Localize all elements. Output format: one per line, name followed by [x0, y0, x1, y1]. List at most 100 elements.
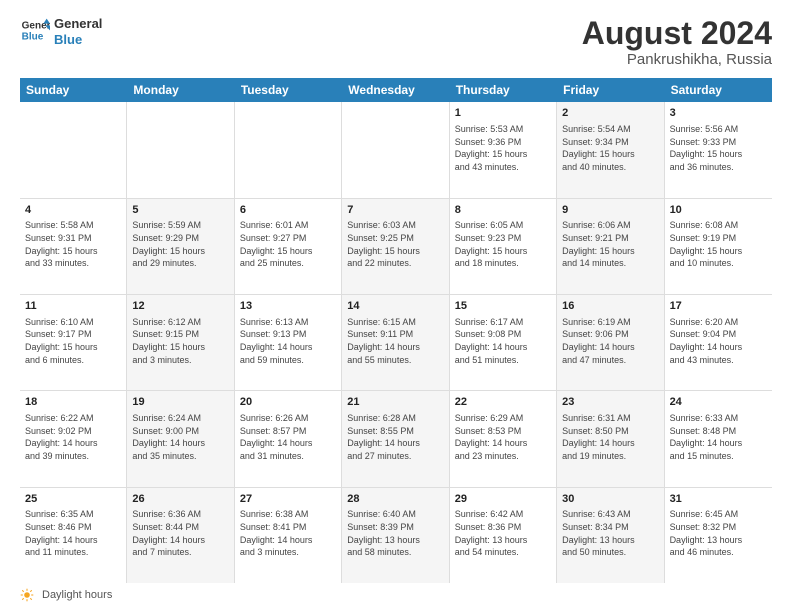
calendar-cell: 14Sunrise: 6:15 AM Sunset: 9:11 PM Dayli…	[342, 295, 449, 390]
calendar-row: 4Sunrise: 5:58 AM Sunset: 9:31 PM Daylig…	[20, 199, 772, 295]
weekday-header: Friday	[557, 78, 664, 102]
calendar-cell: 19 Sunrise: 6:24 AM Sunset: 9:00 PM Dayli…	[127, 391, 234, 486]
cell-info: Sunrise: 5:59 AM Sunset: 9:29 PM Dayligh…	[132, 219, 228, 269]
cell-info: Sunrise: 6:01 AM Sunset: 9:27 PM Dayligh…	[240, 219, 336, 269]
day-number: 15	[455, 299, 551, 314]
cell-info: Sunrise: 6:08 AM Sunset: 9:19 PM Dayligh…	[670, 219, 767, 269]
cell-info: Sunrise: 6:05 AM Sunset: 9:23 PM Dayligh…	[455, 219, 551, 269]
calendar-cell: 17 Sunrise: 6:20 AM Sunset: 9:04 PM Dayli…	[665, 295, 772, 390]
day-number: 1	[455, 106, 551, 121]
day-number: 3	[670, 106, 767, 121]
day-number: 26	[132, 492, 228, 507]
calendar-cell: 8Sunrise: 6:05 AM Sunset: 9:23 PM Daylig…	[450, 199, 557, 294]
header: General Blue General Blue August 2024 Pa…	[20, 16, 772, 68]
day-number: 7	[347, 203, 443, 218]
logo-icon: General Blue	[20, 17, 50, 47]
day-number: 28	[347, 492, 443, 507]
calendar-cell: 26Sunrise: 6:36 AM Sunset: 8:44 PM Dayli…	[127, 488, 234, 583]
cell-info: Sunrise: 5:53 AM Sunset: 9:36 PM Dayligh…	[455, 123, 551, 173]
cell-info: Sunrise: 6:12 AM Sunset: 9:15 PM Dayligh…	[132, 316, 228, 366]
sun-icon	[20, 588, 34, 602]
month-year: August 2024	[582, 16, 772, 51]
location: Pankrushikha, Russia	[582, 51, 772, 68]
day-number: 20	[240, 395, 336, 410]
day-number: 5	[132, 203, 228, 218]
cell-info: Sunrise: 6:35 AM Sunset: 8:46 PM Dayligh…	[25, 508, 121, 558]
calendar-cell: 29Sunrise: 6:42 AM Sunset: 8:36 PM Dayli…	[450, 488, 557, 583]
calendar-cell: 25Sunrise: 6:35 AM Sunset: 8:46 PM Dayli…	[20, 488, 127, 583]
cell-info: Sunrise: 6:26 AM Sunset: 8:57 PM Dayligh…	[240, 412, 336, 462]
cell-info: Sunrise: 6:31 AM Sunset: 8:50 PM Dayligh…	[562, 412, 658, 462]
weekday-header: Wednesday	[342, 78, 449, 102]
cell-info: Sunrise: 6:45 AM Sunset: 8:32 PM Dayligh…	[670, 508, 767, 558]
cell-info: Sunrise: 6:06 AM Sunset: 9:21 PM Dayligh…	[562, 219, 658, 269]
day-number: 22	[455, 395, 551, 410]
cell-info: Sunrise: 6:19 AM Sunset: 9:06 PM Dayligh…	[562, 316, 658, 366]
calendar-cell: 23Sunrise: 6:31 AM Sunset: 8:50 PM Dayli…	[557, 391, 664, 486]
cell-info: Sunrise: 6:29 AM Sunset: 8:53 PM Dayligh…	[455, 412, 551, 462]
day-number: 4	[25, 203, 121, 218]
calendar-cell: 2Sunrise: 5:54 AM Sunset: 9:34 PM Daylig…	[557, 102, 664, 197]
cell-info: Sunrise: 6:33 AM Sunset: 8:48 PM Dayligh…	[670, 412, 767, 462]
day-number: 19	[132, 395, 228, 410]
day-number: 18	[25, 395, 121, 410]
cell-info: Sunrise: 5:58 AM Sunset: 9:31 PM Dayligh…	[25, 219, 121, 269]
weekday-header: Tuesday	[235, 78, 342, 102]
cell-info: Sunrise: 6:03 AM Sunset: 9:25 PM Dayligh…	[347, 219, 443, 269]
footer: Daylight hours	[20, 583, 772, 602]
day-number: 17	[670, 299, 767, 314]
cell-info: Sunrise: 6:15 AM Sunset: 9:11 PM Dayligh…	[347, 316, 443, 366]
weekday-header: Saturday	[665, 78, 772, 102]
calendar-cell: 27Sunrise: 6:38 AM Sunset: 8:41 PM Dayli…	[235, 488, 342, 583]
weekday-header: Sunday	[20, 78, 127, 102]
calendar-cell: 21Sunrise: 6:28 AM Sunset: 8:55 PM Dayli…	[342, 391, 449, 486]
calendar-cell: 12Sunrise: 6:12 AM Sunset: 9:15 PM Dayli…	[127, 295, 234, 390]
day-number: 11	[25, 299, 121, 314]
calendar-row: 18Sunrise: 6:22 AM Sunset: 9:02 PM Dayli…	[20, 391, 772, 487]
cell-info: Sunrise: 6:24 AM Sunset: 9:00 PM Dayligh…	[132, 412, 228, 462]
calendar-cell: 1 Sunrise: 5:53 AM Sunset: 9:36 PM Daylig…	[450, 102, 557, 197]
cell-info: Sunrise: 6:10 AM Sunset: 9:17 PM Dayligh…	[25, 316, 121, 366]
day-number: 6	[240, 203, 336, 218]
logo-blue: Blue	[54, 32, 102, 48]
calendar-cell: 20 Sunrise: 6:26 AM Sunset: 8:57 PM Dayli…	[235, 391, 342, 486]
day-number: 8	[455, 203, 551, 218]
calendar-cell	[20, 102, 127, 197]
day-number: 2	[562, 106, 658, 121]
logo-general: General	[54, 16, 102, 32]
cell-info: Sunrise: 6:42 AM Sunset: 8:36 PM Dayligh…	[455, 508, 551, 558]
page: General Blue General Blue August 2024 Pa…	[0, 0, 792, 612]
title-block: August 2024 Pankrushikha, Russia	[582, 16, 772, 68]
day-number: 24	[670, 395, 767, 410]
calendar-cell: 9Sunrise: 6:06 AM Sunset: 9:21 PM Daylig…	[557, 199, 664, 294]
calendar-cell: 11 Sunrise: 6:10 AM Sunset: 9:17 PM Dayli…	[20, 295, 127, 390]
cell-info: Sunrise: 6:28 AM Sunset: 8:55 PM Dayligh…	[347, 412, 443, 462]
calendar-cell: 6Sunrise: 6:01 AM Sunset: 9:27 PM Daylig…	[235, 199, 342, 294]
cell-info: Sunrise: 6:20 AM Sunset: 9:04 PM Dayligh…	[670, 316, 767, 366]
day-number: 16	[562, 299, 658, 314]
day-number: 29	[455, 492, 551, 507]
calendar-header: SundayMondayTuesdayWednesdayThursdayFrid…	[20, 78, 772, 102]
day-number: 31	[670, 492, 767, 507]
calendar-cell: 24 Sunrise: 6:33 AM Sunset: 8:48 PM Dayli…	[665, 391, 772, 486]
cell-info: Sunrise: 6:13 AM Sunset: 9:13 PM Dayligh…	[240, 316, 336, 366]
day-number: 10	[670, 203, 767, 218]
calendar-cell: 10Sunrise: 6:08 AM Sunset: 9:19 PM Dayli…	[665, 199, 772, 294]
cell-info: Sunrise: 6:17 AM Sunset: 9:08 PM Dayligh…	[455, 316, 551, 366]
weekday-header: Monday	[127, 78, 234, 102]
cell-info: Sunrise: 6:40 AM Sunset: 8:39 PM Dayligh…	[347, 508, 443, 558]
calendar-cell	[127, 102, 234, 197]
svg-text:Blue: Blue	[22, 31, 44, 42]
calendar-row: 25Sunrise: 6:35 AM Sunset: 8:46 PM Dayli…	[20, 488, 772, 583]
day-number: 30	[562, 492, 658, 507]
cell-info: Sunrise: 6:43 AM Sunset: 8:34 PM Dayligh…	[562, 508, 658, 558]
cell-info: Sunrise: 5:56 AM Sunset: 9:33 PM Dayligh…	[670, 123, 767, 173]
daylight-label: Daylight hours	[42, 589, 112, 601]
calendar-cell: 22 Sunrise: 6:29 AM Sunset: 8:53 PM Dayli…	[450, 391, 557, 486]
calendar-cell: 3 Sunrise: 5:56 AM Sunset: 9:33 PM Daylig…	[665, 102, 772, 197]
calendar: SundayMondayTuesdayWednesdayThursdayFrid…	[20, 78, 772, 583]
calendar-cell	[235, 102, 342, 197]
calendar-cell: 5Sunrise: 5:59 AM Sunset: 9:29 PM Daylig…	[127, 199, 234, 294]
calendar-cell: 18Sunrise: 6:22 AM Sunset: 9:02 PM Dayli…	[20, 391, 127, 486]
calendar-cell: 13Sunrise: 6:13 AM Sunset: 9:13 PM Dayli…	[235, 295, 342, 390]
